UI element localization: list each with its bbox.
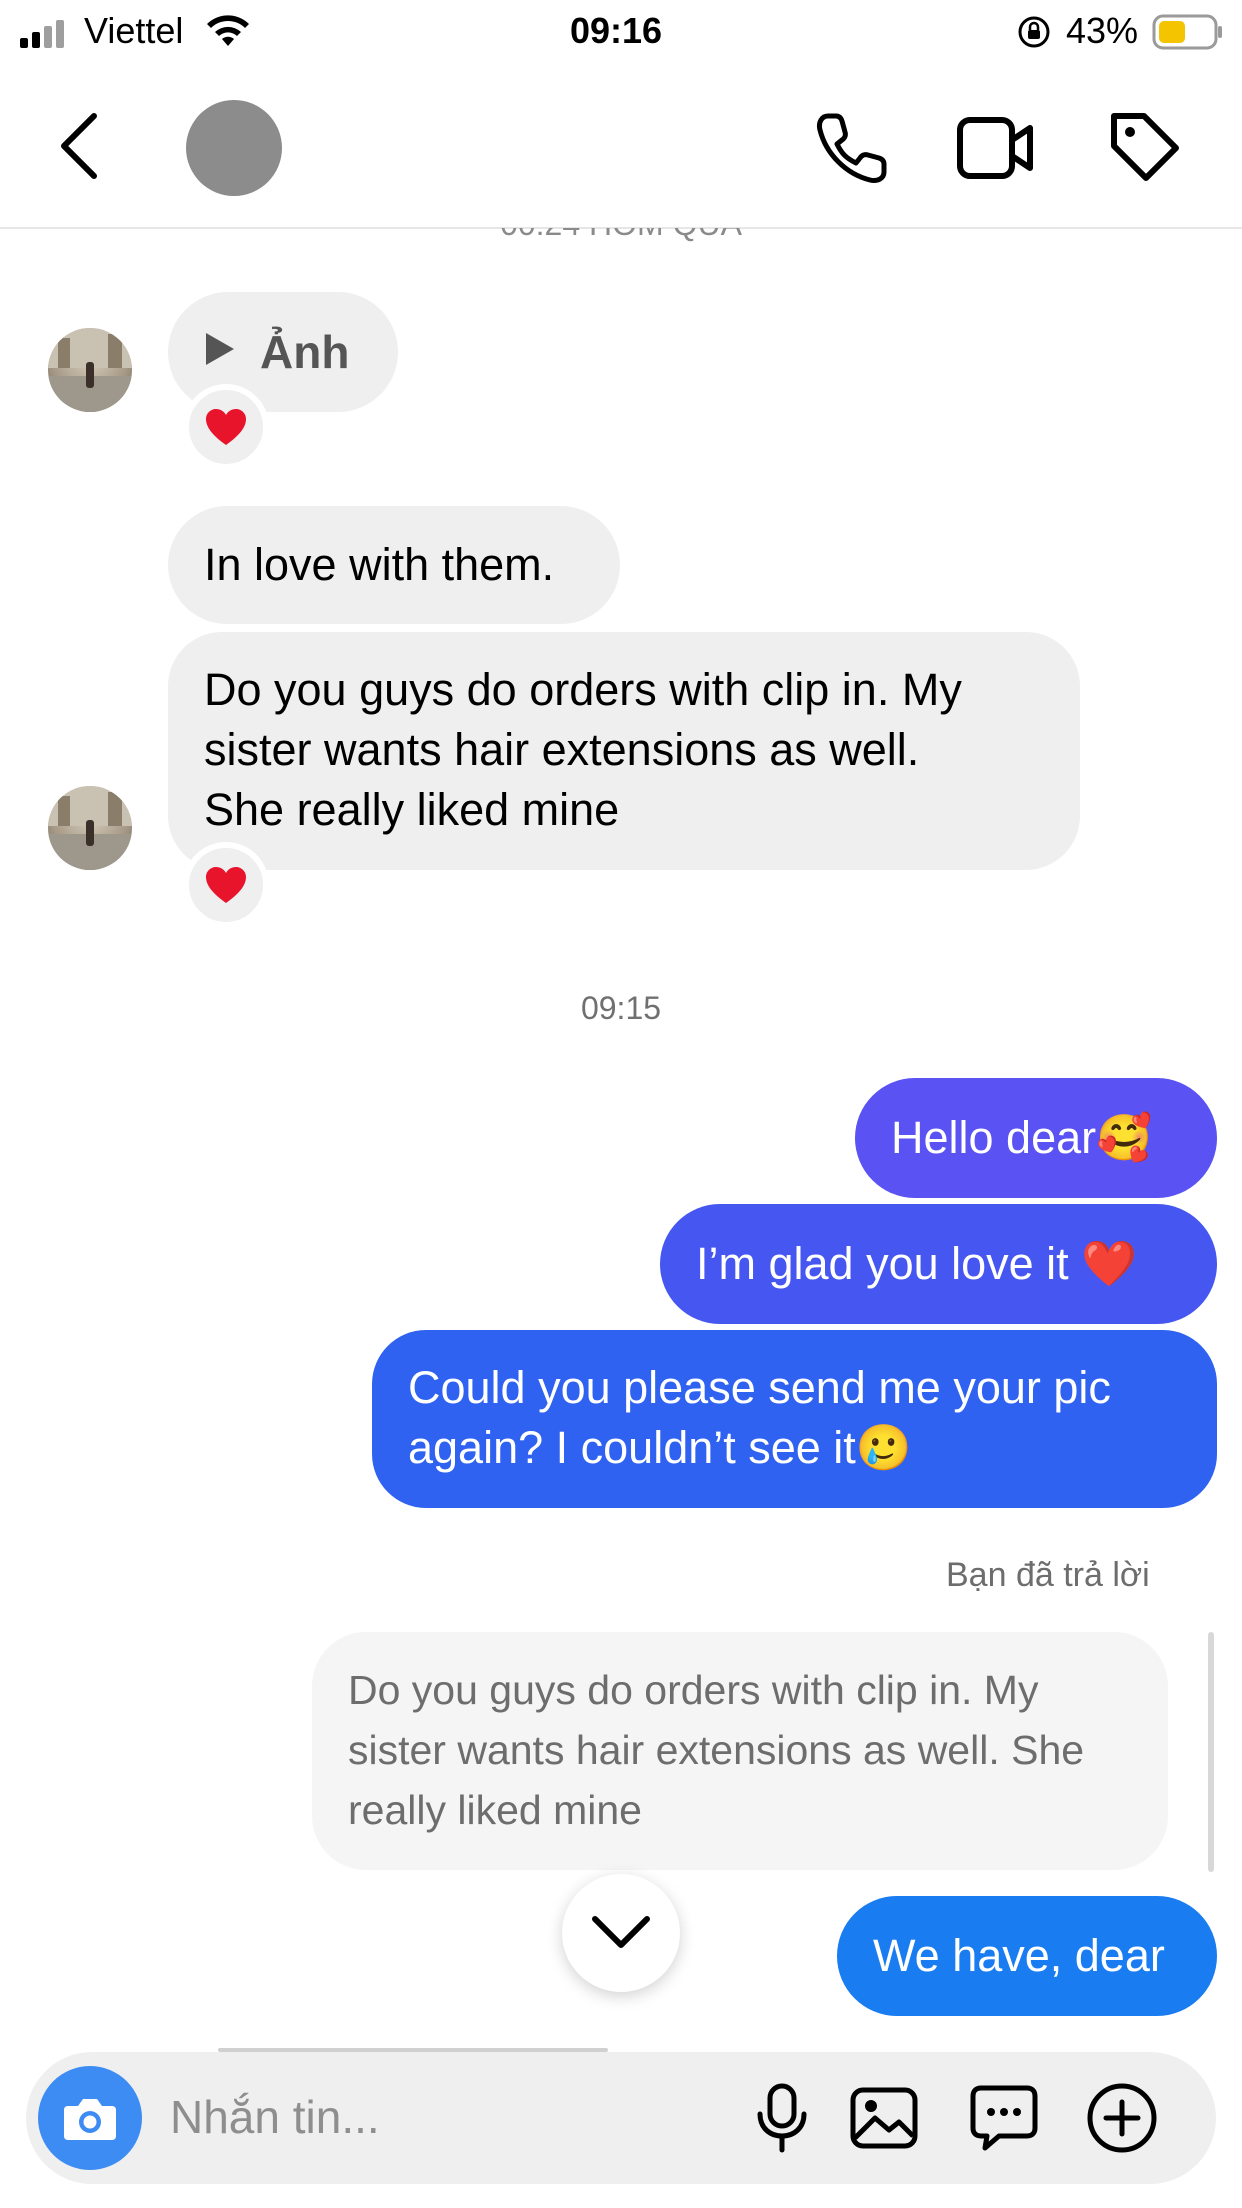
message-input[interactable]: Nhắn tin... xyxy=(170,2090,380,2144)
clipped-timestamp: 00:24 HÔM QUA xyxy=(0,228,1242,242)
phone-icon[interactable] xyxy=(812,108,892,193)
photo-label: Ảnh xyxy=(260,326,350,378)
heart-reaction[interactable] xyxy=(183,842,269,928)
outgoing-message[interactable]: Could you please send me your pic again?… xyxy=(372,1330,1217,1508)
sender-avatar[interactable] xyxy=(48,328,132,412)
status-bar: Viettel 09:16 43% xyxy=(0,0,1242,64)
outgoing-message[interactable]: I’m glad you love it ❤️ xyxy=(660,1204,1217,1324)
message-composer: Nhắn tin... xyxy=(26,2052,1216,2184)
signal-icon xyxy=(20,18,68,53)
heart-icon xyxy=(206,409,246,445)
scrollbar[interactable] xyxy=(1208,1632,1214,1872)
gallery-icon[interactable] xyxy=(846,2080,922,2156)
battery-icon xyxy=(1152,14,1224,55)
add-icon[interactable] xyxy=(1084,2080,1160,2156)
tag-icon[interactable] xyxy=(1106,108,1182,189)
chevron-down-icon xyxy=(592,1916,650,1948)
orientation-lock-icon xyxy=(1016,14,1052,55)
outgoing-message[interactable]: Hello dear🥰 xyxy=(855,1078,1217,1198)
back-icon[interactable] xyxy=(56,112,100,185)
quoted-message[interactable]: Do you guys do orders with clip in. My s… xyxy=(312,1632,1168,1870)
heart-icon xyxy=(206,867,246,903)
heart-reaction[interactable] xyxy=(183,384,269,470)
outgoing-message[interactable]: We have, dear xyxy=(837,1896,1217,2016)
clock: 09:16 xyxy=(570,10,663,51)
incoming-message[interactable]: In love with them. xyxy=(168,506,620,624)
play-icon xyxy=(204,322,236,382)
camera-icon xyxy=(64,2099,116,2140)
sender-avatar[interactable] xyxy=(48,786,132,870)
video-icon[interactable] xyxy=(956,114,1036,187)
message-timestamp: 09:15 xyxy=(580,990,662,1026)
wifi-icon xyxy=(204,12,252,53)
battery-percent: 43% xyxy=(1066,10,1139,51)
sticker-chat-icon[interactable] xyxy=(966,2080,1042,2156)
reply-status: Bạn đã trả lời xyxy=(946,1556,1150,1594)
scroll-to-bottom-button[interactable] xyxy=(562,1874,680,1992)
redacted-contact-name[interactable] xyxy=(160,64,760,214)
incoming-message[interactable]: Do you guys do orders with clip in. My s… xyxy=(168,632,1080,870)
chat-header xyxy=(0,64,1242,229)
carrier-name: Viettel xyxy=(84,10,184,51)
camera-button[interactable] xyxy=(38,2066,142,2170)
microphone-icon[interactable] xyxy=(744,2080,820,2156)
